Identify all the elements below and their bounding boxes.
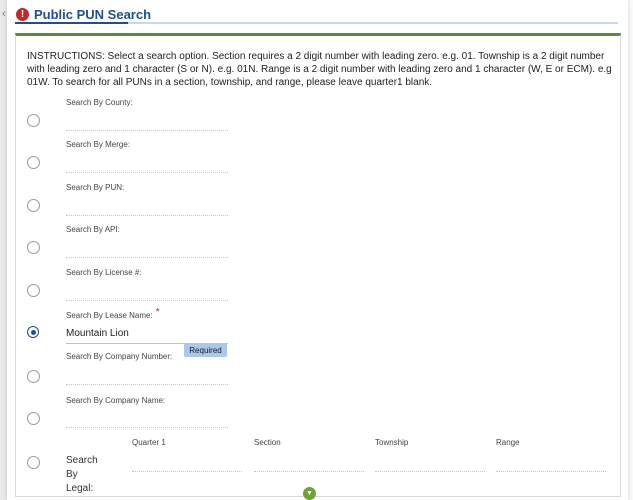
required-tooltip: Required — [184, 343, 227, 357]
radio-merge[interactable] — [27, 156, 40, 169]
quarter1-input[interactable] — [132, 471, 242, 472]
merge-label: Search By Merge: — [66, 140, 131, 149]
quarter1-header: Quarter 1 — [132, 438, 166, 447]
section-header: Section — [254, 438, 281, 447]
county-input[interactable] — [66, 130, 228, 131]
api-label: Search By API: — [66, 225, 120, 234]
range-header: Range — [496, 438, 520, 447]
radio-lease-name[interactable] — [27, 326, 39, 338]
background-glyph: ‹ — [2, 8, 6, 20]
company-name-label: Search By Company Name: — [66, 396, 166, 405]
range-input[interactable] — [496, 471, 606, 472]
dialog-title: Public PUN Search — [34, 6, 152, 22]
lease-name-input[interactable]: Mountain Lion — [66, 328, 129, 339]
pun-search-dialog: ! Public PUN Search INSTRUCTIONS: Select… — [7, 0, 628, 500]
radio-county[interactable] — [27, 114, 40, 127]
lease-name-label-text: Search By Lease Name: — [66, 311, 153, 320]
section-input[interactable] — [254, 471, 364, 472]
township-header: Township — [375, 438, 409, 447]
radio-company-number[interactable] — [27, 370, 40, 383]
alert-icon: ! — [16, 7, 29, 21]
company-number-label: Search By Company Number: — [66, 352, 173, 361]
instructions-text: INSTRUCTIONS: Select a search option. Se… — [27, 51, 612, 88]
search-panel: INSTRUCTIONS: Select a search option. Se… — [15, 33, 621, 497]
township-input[interactable] — [375, 471, 485, 472]
pun-input[interactable] — [66, 215, 228, 216]
county-label: Search By County: — [66, 98, 133, 107]
api-input[interactable] — [66, 257, 228, 258]
company-number-input[interactable] — [66, 384, 228, 385]
radio-license[interactable] — [27, 284, 40, 297]
chevron-down-icon[interactable]: ▼ — [303, 487, 316, 500]
dialog-header: ! Public PUN Search — [16, 5, 151, 23]
radio-api[interactable] — [27, 241, 40, 254]
company-name-input[interactable] — [66, 427, 228, 428]
merge-input[interactable] — [66, 172, 228, 173]
radio-company-name[interactable] — [27, 412, 40, 425]
required-asterisk: * — [155, 307, 160, 318]
radio-pun[interactable] — [27, 199, 40, 212]
license-input[interactable] — [66, 300, 228, 301]
legal-label: Search By Legal: — [66, 455, 98, 494]
pun-label: Search By PUN: — [66, 183, 125, 192]
title-underline — [15, 22, 618, 24]
radio-legal[interactable] — [27, 456, 40, 469]
license-label: Search By License #: — [66, 268, 142, 277]
lease-name-label: Search By Lease Name: * — [66, 307, 160, 321]
